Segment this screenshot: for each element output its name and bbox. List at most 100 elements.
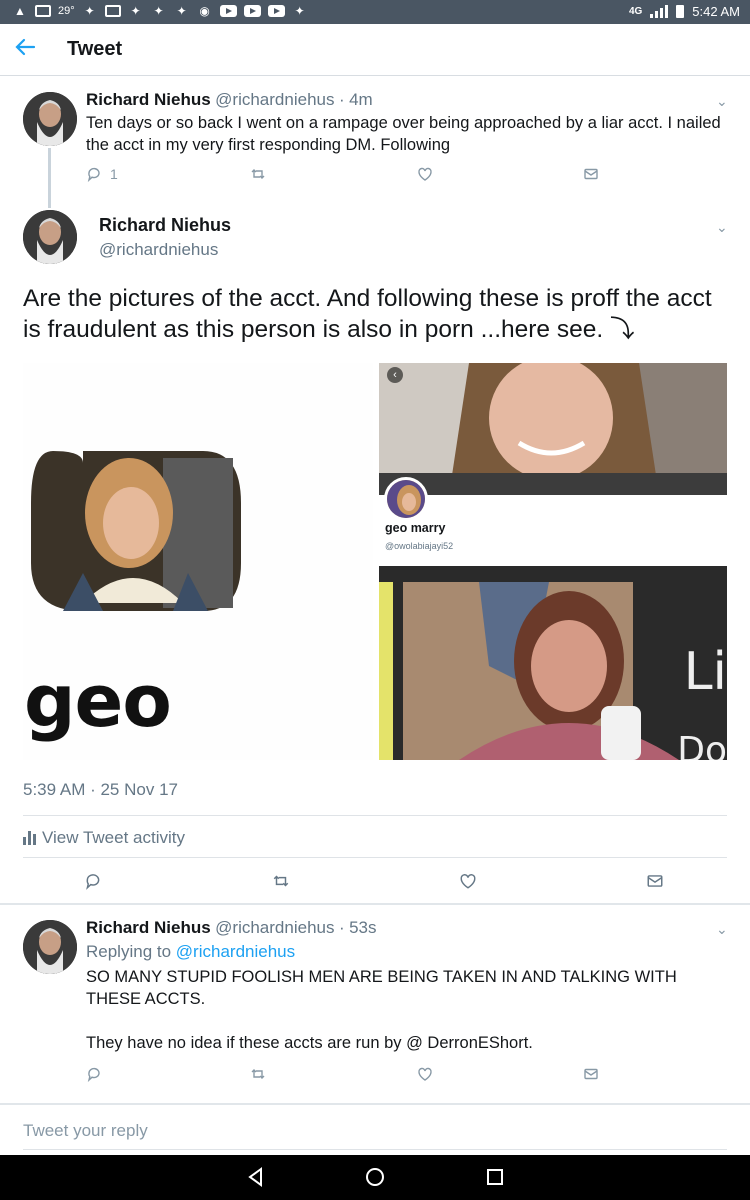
reply-count: 1 [110, 166, 118, 182]
gallery-notification-icon [35, 5, 51, 17]
bar-chart-icon [23, 831, 36, 845]
replying-to: Replying to @richardniehus [86, 942, 295, 962]
separator-dot: · [338, 918, 345, 937]
profile-name: geo marry [385, 521, 446, 535]
home-circle-icon[interactable] [363, 1165, 387, 1189]
replying-to-link[interactable]: @richardniehus [176, 942, 295, 961]
twitter-notification-icon: ✦ [294, 4, 305, 18]
cover-photo-image [379, 363, 727, 495]
tweet-time: 53s [349, 918, 377, 937]
message-button[interactable] [583, 1066, 599, 1082]
app-header: Tweet [0, 24, 750, 76]
recents-square-icon[interactable] [483, 1165, 507, 1189]
tweet-actions [86, 1066, 626, 1084]
retweet-button[interactable] [272, 872, 290, 890]
tweet-timestamp: 5:39 AM · 25 Nov 17 [23, 780, 178, 799]
divider [23, 857, 727, 858]
like-button[interactable] [417, 166, 433, 182]
divider [23, 815, 727, 816]
twitter-notification-icon: ✦ [84, 4, 95, 18]
back-triangle-icon[interactable] [244, 1165, 268, 1189]
tweet-text: Are the pictures of the acct. And follow… [23, 285, 712, 343]
reply-button[interactable] [84, 872, 102, 890]
like-button[interactable] [417, 1066, 433, 1082]
message-button[interactable] [583, 166, 599, 182]
status-bar: ▲ 29° ✦ ✦ ✦ ✦ ◉ ✦ 4G 5:42 AM [0, 0, 750, 24]
media-image-top-right[interactable]: ‹ geo marry @owolabiajayi52 [379, 363, 727, 559]
envelope-icon [647, 875, 663, 887]
mail-notification-icon [104, 5, 121, 17]
chevron-down-icon[interactable]: ⌄ [716, 220, 728, 234]
youtube-notification-icon [267, 5, 285, 17]
chevron-down-icon[interactable]: ⌄ [716, 94, 728, 108]
heart-icon [418, 167, 432, 181]
message-button[interactable] [646, 872, 664, 890]
image-caption-text: geo marry [24, 659, 262, 760]
overlay-text: Li [683, 642, 727, 702]
profile-handle: @owolabiajayi52 [385, 541, 454, 551]
heart-icon [460, 874, 476, 889]
tweet-actions: 1 [86, 166, 626, 184]
clock: 5:42 AM [692, 4, 740, 19]
media-image-left[interactable]: geo marry [23, 363, 373, 760]
retweet-icon [251, 1069, 265, 1079]
author-name[interactable]: Richard Niehus [86, 918, 211, 937]
reply-icon [87, 1067, 100, 1082]
divider [0, 903, 750, 905]
heart-icon [418, 1067, 432, 1081]
tweet-header: Richard Niehus @richardniehus · 53s [86, 918, 376, 938]
retweet-button[interactable] [250, 166, 266, 182]
page-title: Tweet [67, 38, 123, 60]
youtube-notification-icon [219, 5, 237, 17]
tweet-media-grid[interactable]: geo marry ‹ geo marry @owolabiajayi52 [23, 363, 727, 760]
tweet-text: SO MANY STUPID FOOLISH MEN ARE BEING TAK… [86, 966, 726, 1054]
battery-icon [676, 5, 685, 18]
tweet-time: 4m [349, 90, 373, 109]
tweet-header: Richard Niehus @richardniehus · 4m [86, 90, 373, 110]
temperature: 29° [58, 5, 75, 17]
network-type: 4G [628, 5, 643, 17]
main-tweet-actions [84, 872, 684, 890]
tweet-text: Ten days or so back I went on a rampage … [86, 114, 721, 154]
retweet-button[interactable] [250, 1066, 266, 1082]
author-handle: @richardniehus [215, 918, 335, 937]
separator-dot: · [338, 90, 345, 109]
reply-button[interactable]: 1 [86, 166, 118, 182]
youtube-notification-icon [243, 5, 261, 17]
chrome-notification-icon: ◉ [199, 4, 210, 18]
reply-icon [87, 167, 100, 182]
envelope-icon [584, 1068, 598, 1080]
divider [23, 1149, 727, 1150]
reply-button[interactable] [86, 1066, 102, 1082]
avatar[interactable] [23, 210, 77, 264]
chevron-down-icon[interactable]: ⌄ [716, 922, 728, 936]
like-button[interactable] [459, 872, 477, 890]
replying-prefix: Replying to [86, 942, 172, 961]
reply-icon [86, 874, 100, 890]
retweet-icon [273, 875, 289, 887]
twitter-notification-icon: ✦ [130, 4, 141, 18]
profile-avatar-image [384, 477, 428, 521]
overlay-text: Do [677, 730, 727, 760]
tweet-text-paragraph: They have no idea if these accts are run… [86, 1034, 533, 1052]
media-image-bottom-right[interactable]: Li Do [379, 566, 727, 760]
reply-input[interactable]: Tweet your reply [23, 1121, 148, 1141]
avatar[interactable] [23, 920, 77, 974]
author-name[interactable]: Richard Niehus [86, 90, 211, 109]
thread-line [48, 148, 51, 208]
twitter-notification-icon: ✦ [153, 4, 164, 18]
avatar[interactable] [23, 92, 77, 146]
back-arrow-icon[interactable] [14, 36, 40, 62]
author-handle[interactable]: @richardniehus [99, 240, 218, 260]
view-tweet-activity-link[interactable]: View Tweet activity [23, 828, 185, 848]
envelope-icon [584, 168, 598, 180]
notification-icon: ▲ [14, 4, 26, 18]
twitter-notification-icon: ✦ [176, 4, 187, 18]
retweet-icon [251, 169, 265, 179]
activity-label: View Tweet activity [42, 828, 185, 847]
divider [0, 1103, 750, 1105]
signal-icon [650, 5, 669, 18]
selfie-photo-image [379, 566, 727, 760]
author-name[interactable]: Richard Niehus [99, 215, 231, 236]
profile-photo-image [31, 451, 241, 611]
